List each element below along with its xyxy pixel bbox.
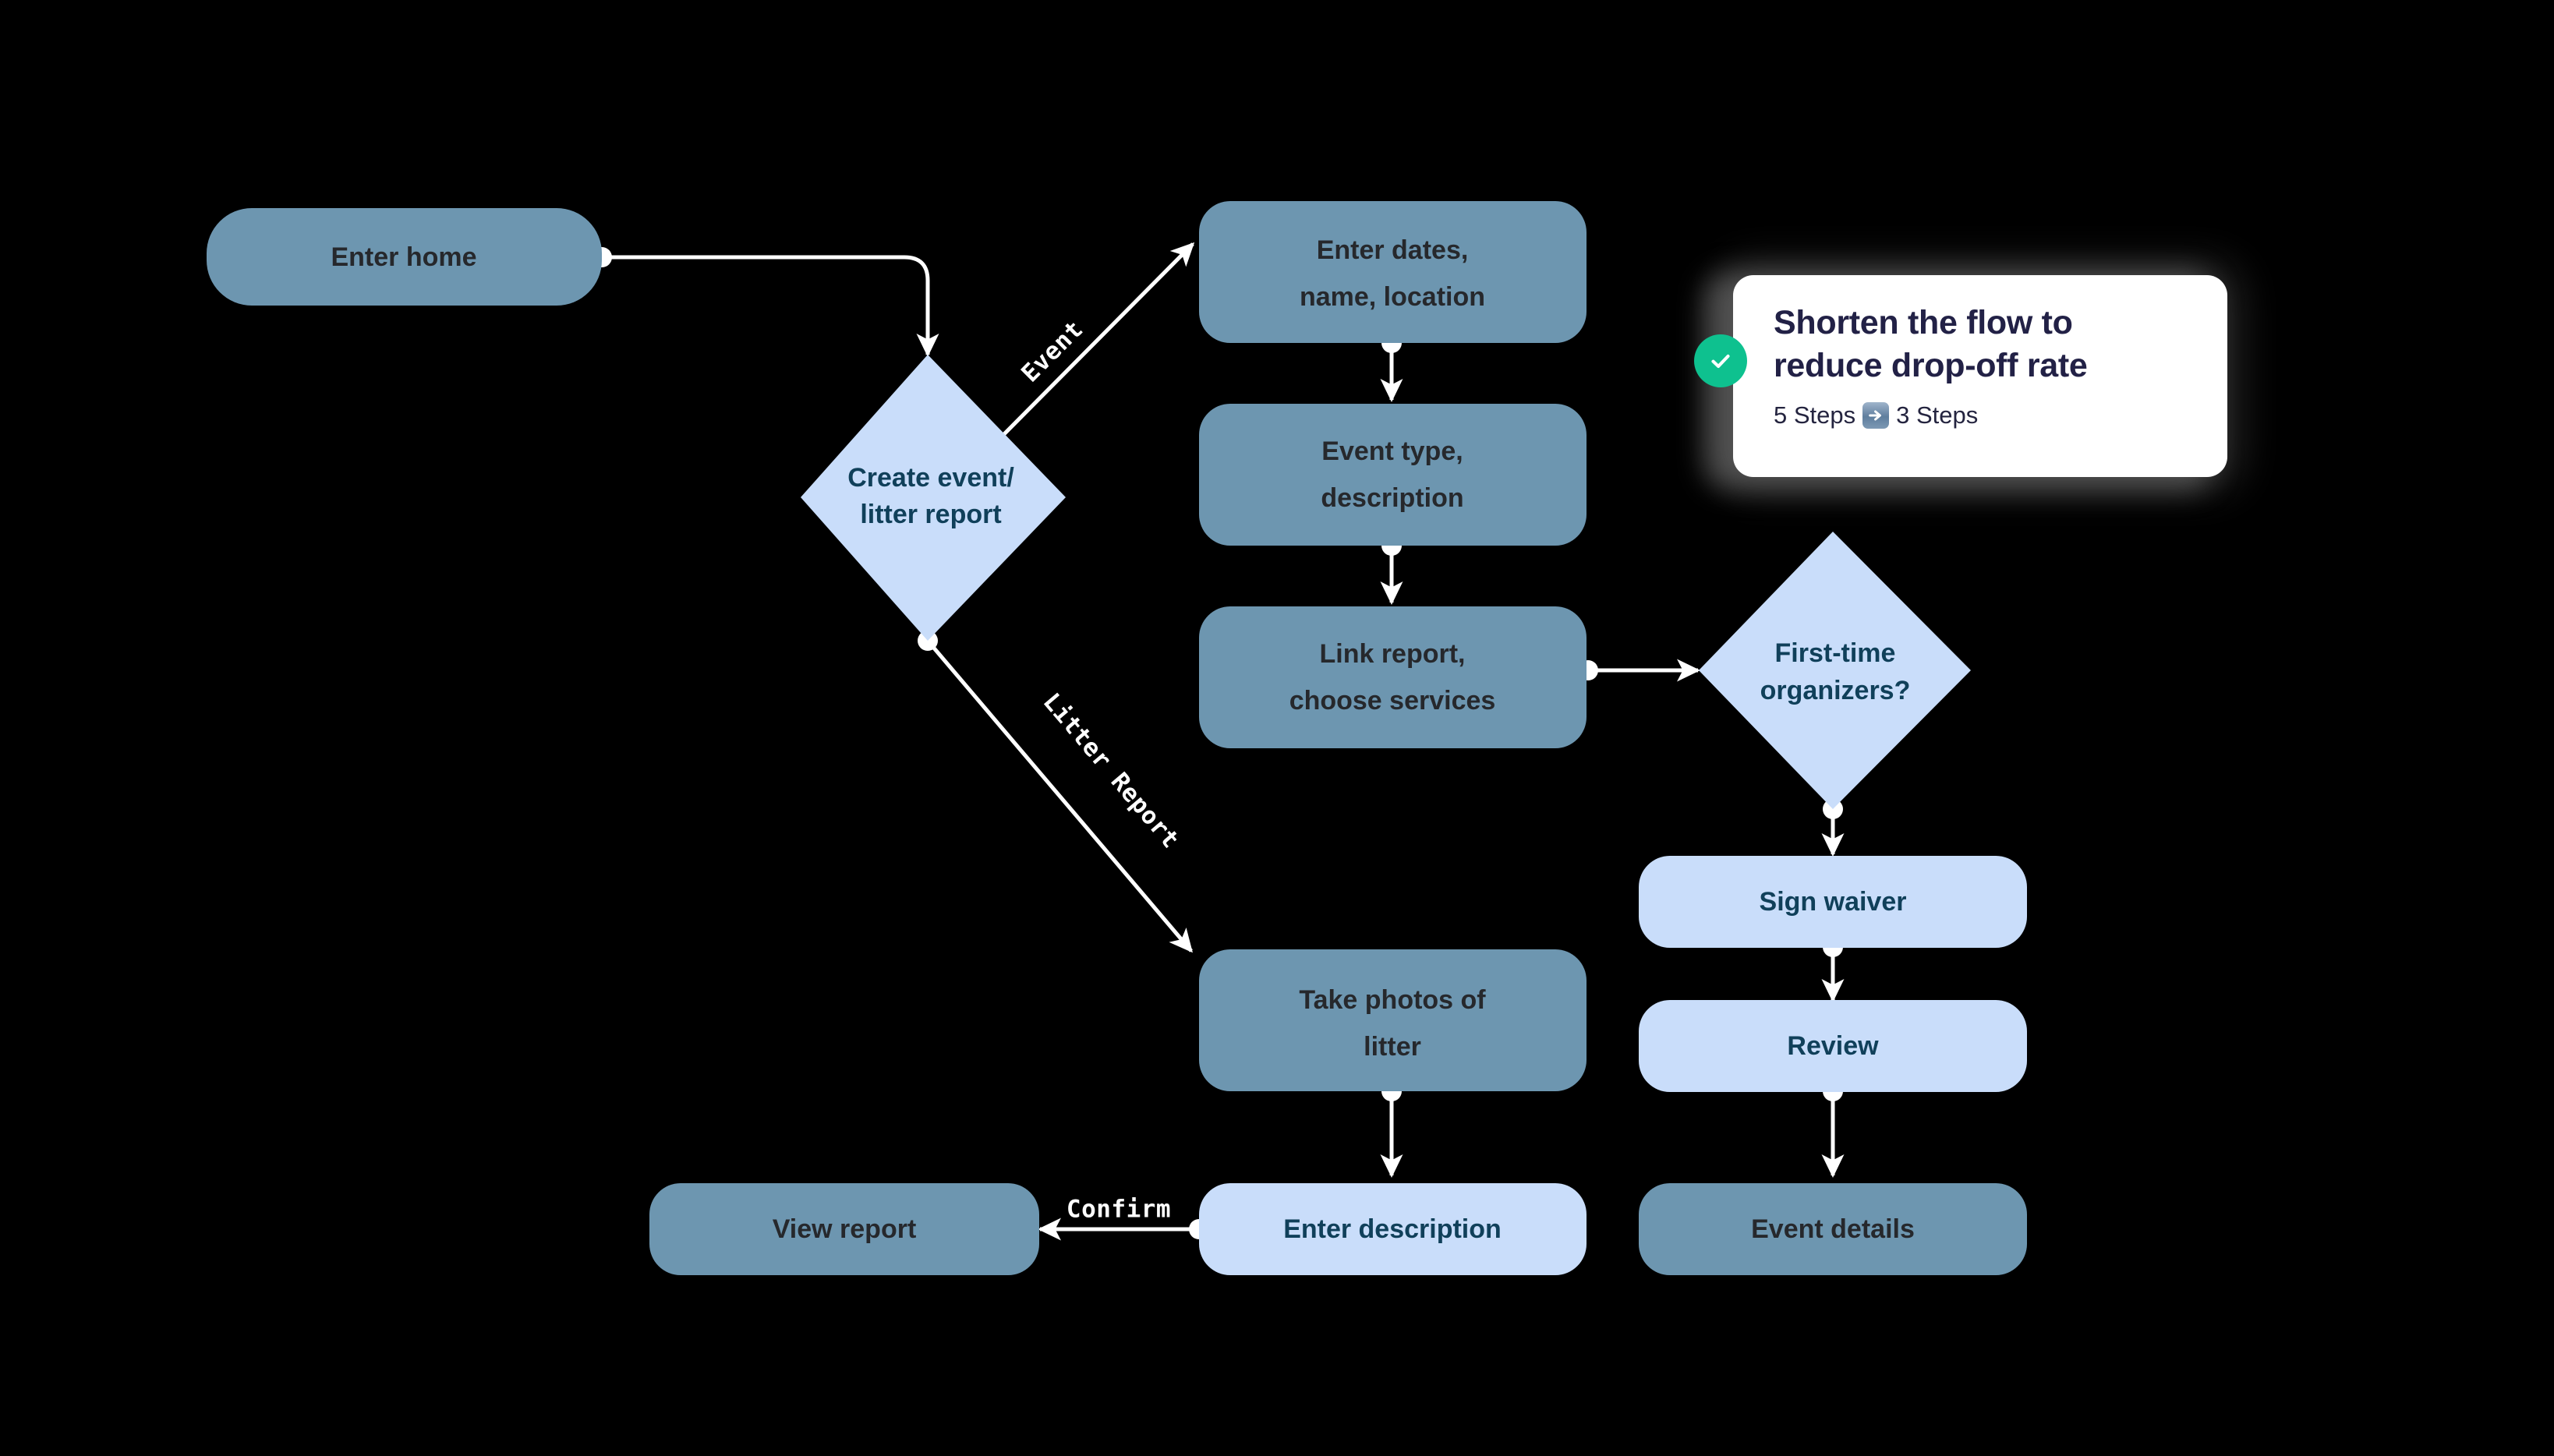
node-take-photos[interactable]: Take photos of litter (1199, 949, 1587, 1091)
edge-description-to-view: Confirm (1038, 1196, 1209, 1241)
check-circle-icon (1694, 334, 1747, 387)
arrow-right-glyph (1869, 410, 1882, 421)
edge-create-to-dates: Event (985, 242, 1195, 453)
node-label-line1: Take photos of (1299, 985, 1486, 1015)
node-enter-home[interactable]: Enter home (207, 208, 602, 306)
node-review[interactable]: Review (1639, 1000, 2027, 1092)
node-label-line1: Create event/ (847, 463, 1014, 493)
node-label-line2: litter report (860, 500, 1001, 529)
node-label: Enter description (1283, 1214, 1502, 1244)
node-link-report[interactable]: Link report, choose services (1199, 606, 1587, 748)
edge-photos-to-description (1380, 1081, 1403, 1178)
edge-label-litter-report: Litter Report (1038, 687, 1185, 853)
edge-create-to-photos: Litter Report (918, 631, 1193, 953)
node-event-type[interactable]: Event type, description (1199, 404, 1587, 546)
node-label-line1: Link report, (1319, 639, 1465, 669)
node-event-details[interactable]: Event details (1639, 1183, 2027, 1275)
node-label-line2: description (1321, 483, 1463, 513)
callout-title: Shorten the flow to reduce drop-off rate (1774, 304, 2088, 385)
callout-subtitle: 5 Steps 3 Steps (1774, 401, 2196, 429)
node-shape[interactable] (1199, 201, 1587, 343)
node-label: Event details (1751, 1214, 1915, 1244)
callout-steps-before: 5 Steps (1774, 401, 1856, 429)
right-arrow-emoji-icon (1862, 402, 1890, 429)
flowchart-svg: Event Litter Report Confirm Enter home C… (207, 201, 2027, 1275)
node-label-line1: Enter dates, (1317, 235, 1469, 265)
node-label-line2: organizers? (1760, 676, 1911, 705)
node-label-line2: litter (1364, 1032, 1421, 1062)
node-sign-waiver[interactable]: Sign waiver (1639, 856, 2027, 948)
node-label-line2: choose services (1289, 686, 1496, 716)
node-label: Sign waiver (1760, 887, 1907, 917)
node-shape[interactable] (801, 355, 1066, 641)
edge-label-event: Event (1016, 315, 1088, 387)
node-label-line1: First-time (1775, 638, 1896, 668)
edge-review-to-details (1821, 1081, 1845, 1178)
node-shape[interactable] (1699, 532, 1971, 809)
callout-card[interactable]: Shorten the flow to reduce drop-off rate… (1694, 275, 2227, 477)
node-label-line2: name, location (1300, 282, 1485, 312)
node-shape[interactable] (1199, 404, 1587, 546)
node-enter-dates[interactable]: Enter dates, name, location (1199, 201, 1587, 343)
node-enter-description[interactable]: Enter description (1199, 1183, 1587, 1275)
edge-label-confirm: Confirm (1067, 1196, 1171, 1224)
edge-link-to-firsttime (1578, 659, 1700, 682)
node-shape[interactable] (1199, 949, 1587, 1091)
node-shape[interactable] (1199, 606, 1587, 748)
node-create-event[interactable]: Create event/ litter report (801, 355, 1066, 641)
node-view-report[interactable]: View report (649, 1183, 1039, 1275)
flowchart-canvas: Event Litter Report Confirm Enter home C… (0, 0, 2554, 1456)
node-first-time-organizers[interactable]: First-time organizers? (1699, 532, 1971, 809)
edge-home-to-create (592, 247, 939, 357)
node-label: Enter home (331, 242, 476, 272)
callout-steps-after: 3 Steps (1896, 401, 1979, 429)
check-icon (1711, 354, 1730, 369)
node-label: Review (1787, 1031, 1879, 1061)
node-label-line1: Event type, (1321, 436, 1463, 466)
node-label: View report (773, 1214, 917, 1244)
